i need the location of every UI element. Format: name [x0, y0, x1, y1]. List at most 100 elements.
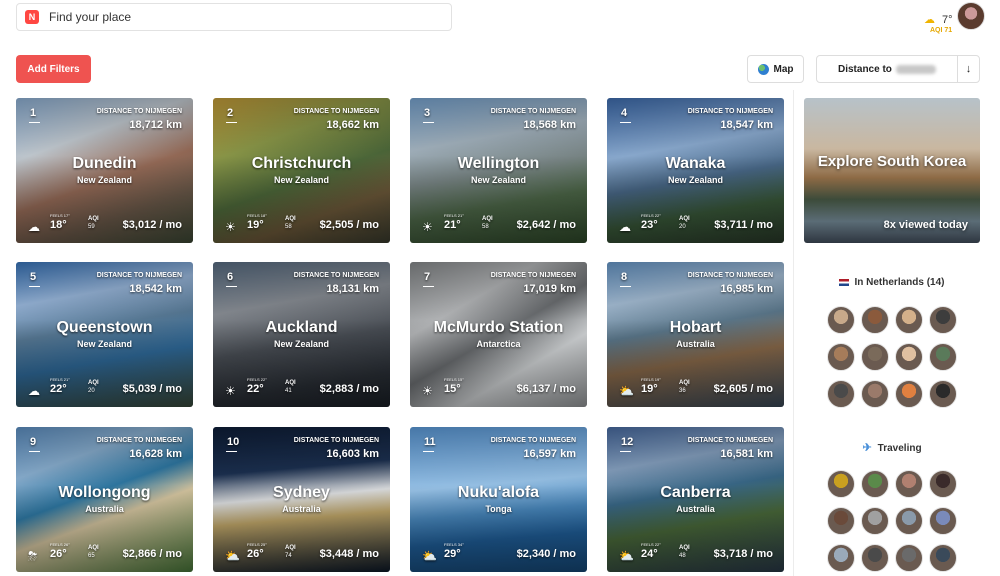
member-avatar[interactable]	[929, 343, 957, 371]
map-button[interactable]: Map	[747, 55, 804, 83]
cost-of-living: $2,866 / mo	[122, 548, 182, 560]
promo-views: 8x viewed today	[883, 219, 968, 231]
member-avatar[interactable]	[827, 507, 855, 535]
member-avatar[interactable]	[861, 343, 889, 371]
city-country: Antarctica	[476, 339, 521, 349]
city-card[interactable]: 4 DISTANCE TO NIJMEGEN 18,547 km Wanaka New …	[607, 98, 784, 243]
member-avatar[interactable]	[895, 343, 923, 371]
distance-value: 16,597 km	[523, 448, 576, 460]
add-filters-button[interactable]: Add Filters	[16, 55, 91, 83]
distance-value: 18,712 km	[129, 119, 182, 131]
member-avatar[interactable]	[895, 306, 923, 334]
weather-widget: ☁ 7° AQI 71	[908, 7, 958, 37]
member-avatar[interactable]	[827, 306, 855, 334]
member-avatar[interactable]	[895, 380, 923, 408]
member-avatar[interactable]	[827, 343, 855, 371]
city-rank: 8	[621, 271, 628, 283]
aqi-value: 58	[285, 224, 292, 230]
city-card[interactable]: 7 DISTANCE TO NIJMEGEN 17,019 km McMurdo St…	[410, 262, 587, 407]
city-rank: 2	[227, 107, 234, 119]
member-avatar[interactable]	[861, 544, 889, 572]
aqi-label: AQI	[285, 216, 296, 222]
member-avatar[interactable]	[929, 306, 957, 334]
distance-label: DISTANCE TO NIJMEGEN	[96, 437, 182, 444]
aqi-label: AQI	[88, 216, 99, 222]
search-bar[interactable]: N Find your place	[16, 3, 452, 31]
aqi-value: 74	[285, 553, 292, 559]
cost-of-living: $2,340 / mo	[516, 548, 576, 560]
feels-like: FEELS 15°	[444, 377, 464, 382]
member-avatar[interactable]	[861, 380, 889, 408]
nomad-logo-icon: N	[25, 10, 39, 24]
city-country: Australia	[85, 504, 124, 514]
cost-of-living: $2,605 / mo	[713, 383, 773, 395]
weather-condition-icon: ⛈	[28, 549, 38, 563]
city-country: Tonga	[485, 504, 512, 514]
member-avatar[interactable]	[827, 470, 855, 498]
aqi-label: AQI	[679, 216, 690, 222]
sort-direction-button[interactable]: ↓	[957, 56, 979, 82]
city-card[interactable]: 10 DISTANCE TO NIJMEGEN 16,603 km Sydney Aus…	[213, 427, 390, 572]
city-name: Canberra	[660, 484, 731, 501]
member-avatar[interactable]	[861, 507, 889, 535]
rank-underline	[226, 122, 237, 123]
city-name: McMurdo Station	[433, 319, 564, 336]
city-name: Dunedin	[72, 155, 137, 172]
member-avatar[interactable]	[929, 544, 957, 572]
city-card[interactable]: 6 DISTANCE TO NIJMEGEN 18,131 km Auckland Ne…	[213, 262, 390, 407]
weather-temp: 7°	[942, 14, 953, 26]
netherlands-flag-icon	[839, 278, 850, 286]
feels-like: FEELS 17°	[50, 213, 70, 218]
sort-redacted-value	[895, 64, 936, 74]
city-name: Christchurch	[251, 155, 352, 172]
weather-aqi: AQI 71	[930, 27, 953, 34]
cost-of-living: $6,137 / mo	[516, 383, 576, 395]
city-rank: 1	[30, 107, 37, 119]
aqi-label: AQI	[88, 545, 99, 551]
city-card[interactable]: 1 DISTANCE TO NIJMEGEN 18,712 km Dunedin New…	[16, 98, 193, 243]
city-card[interactable]: 11 DISTANCE TO NIJMEGEN 16,597 km Nuku'alof…	[410, 427, 587, 572]
cost-of-living: $3,448 / mo	[319, 548, 379, 560]
city-name: Sydney	[273, 484, 330, 501]
aqi-value: 59	[88, 224, 95, 230]
member-avatar[interactable]	[827, 544, 855, 572]
city-name: Hobart	[669, 319, 722, 336]
city-card[interactable]: 5 DISTANCE TO NIJMEGEN 18,542 km Queenstown…	[16, 262, 193, 407]
city-country: New Zealand	[470, 175, 526, 185]
city-card[interactable]: 8 DISTANCE TO NIJMEGEN 16,985 km Hobart Aust…	[607, 262, 784, 407]
member-avatar[interactable]	[929, 380, 957, 408]
city-country: New Zealand	[667, 175, 723, 185]
cost-of-living: $2,642 / mo	[516, 219, 576, 231]
weather-condition-icon: ⛅	[619, 549, 634, 563]
member-avatar[interactable]	[895, 507, 923, 535]
city-card[interactable]: 3 DISTANCE TO NIJMEGEN 18,568 km Wellington…	[410, 98, 587, 243]
city-card[interactable]: 12 DISTANCE TO NIJMEGEN 16,581 km Canberra A…	[607, 427, 784, 572]
member-avatar[interactable]	[895, 544, 923, 572]
distance-value: 18,568 km	[523, 119, 576, 131]
netherlands-section-title: In Netherlands (14)	[804, 277, 980, 288]
city-card[interactable]: 9 DISTANCE TO NIJMEGEN 16,628 km Wollongong…	[16, 427, 193, 572]
member-avatar[interactable]	[861, 470, 889, 498]
cost-of-living: $3,718 / mo	[713, 548, 773, 560]
promo-card-south-korea[interactable]: Explore South Korea 8x viewed today	[804, 98, 980, 243]
distance-value: 16,985 km	[720, 283, 773, 295]
city-country: New Zealand	[76, 339, 132, 349]
aqi-value: 65	[88, 553, 95, 559]
member-avatar[interactable]	[827, 380, 855, 408]
sort-dropdown[interactable]: Distance to ↓	[816, 55, 980, 83]
city-rank: 3	[424, 107, 431, 119]
aqi-value: 48	[679, 553, 686, 559]
member-avatar[interactable]	[861, 306, 889, 334]
distance-value: 18,131 km	[326, 283, 379, 295]
member-avatar[interactable]	[895, 470, 923, 498]
promo-title: Explore South Korea	[817, 153, 967, 170]
feels-like: FEELS 18°	[247, 213, 267, 218]
distance-label: DISTANCE TO NIJMEGEN	[687, 272, 773, 279]
member-avatar[interactable]	[929, 470, 957, 498]
search-input[interactable]: Find your place	[49, 10, 131, 24]
city-name: Nuku'alofa	[457, 484, 540, 501]
member-avatar[interactable]	[929, 507, 957, 535]
user-avatar[interactable]	[957, 2, 985, 30]
city-card[interactable]: 2 DISTANCE TO NIJMEGEN 18,662 km Christchur…	[213, 98, 390, 243]
netherlands-members	[827, 306, 959, 408]
